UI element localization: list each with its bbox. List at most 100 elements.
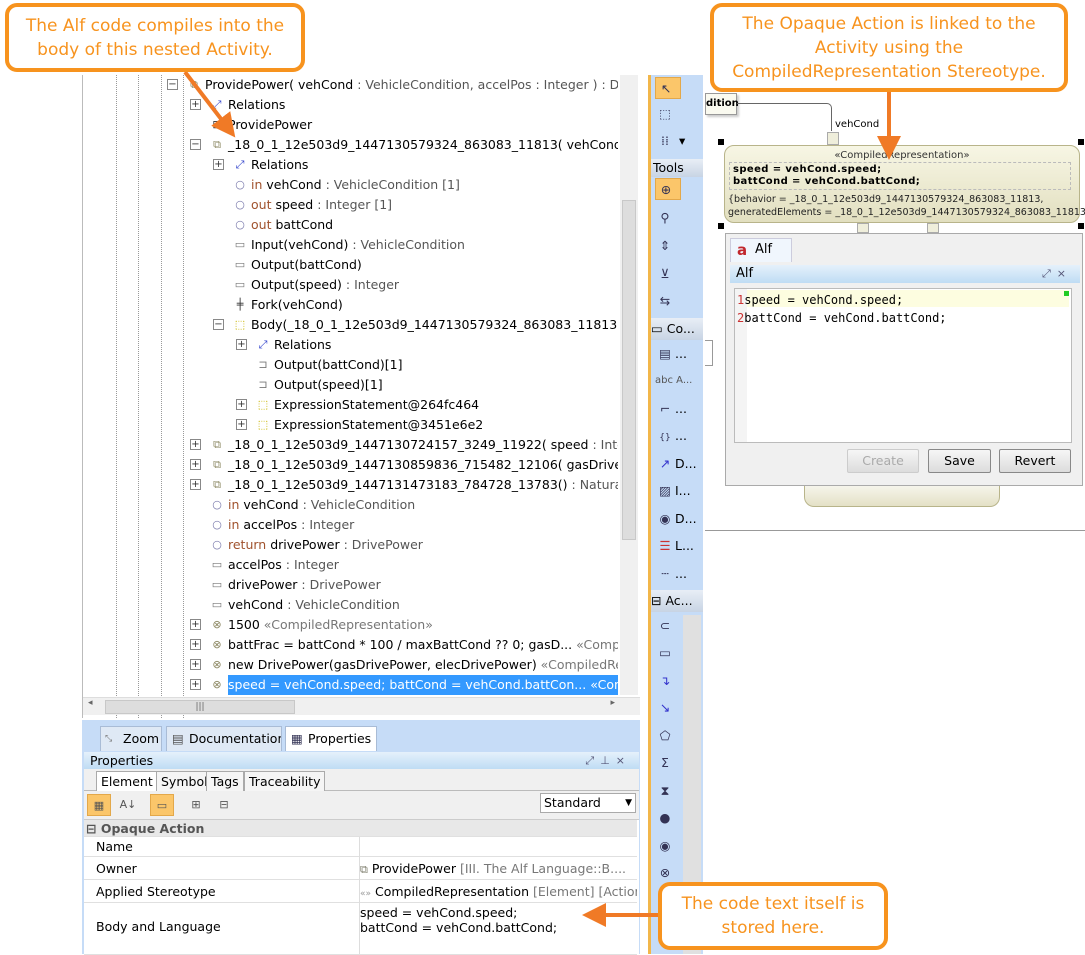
tree-item[interactable]: ▭ Input(vehCond) : VehicleCondition: [83, 235, 618, 255]
separator-tool[interactable]: ┄...: [655, 563, 703, 585]
image-tool[interactable]: ▨ I...: [655, 480, 703, 502]
time-event-tool[interactable]: ⧗: [655, 780, 683, 802]
tree-item[interactable]: ▭ accelPos : Integer: [83, 555, 618, 575]
tree-item[interactable]: ⊐ Output(battCond)[1]: [83, 355, 618, 375]
tab-documentation[interactable]: ▤ Documentation: [166, 726, 282, 751]
tree-item[interactable]: ○ in vehCond : VehicleCondition: [83, 495, 618, 515]
property-value[interactable]: speed = vehCond.speed; battCond = vehCond…: [360, 905, 637, 935]
tree-item[interactable]: + ⤢ Relations: [83, 335, 618, 355]
close-icon[interactable]: ×: [616, 754, 631, 767]
selection-handle[interactable]: [1078, 139, 1084, 145]
output-pin[interactable]: [857, 223, 869, 233]
object-node-tool[interactable]: ▭: [655, 642, 683, 664]
action-tool[interactable]: ⊂: [655, 615, 683, 637]
tree-item[interactable]: ○ in vehCond : VehicleCondition [1]: [83, 175, 618, 195]
close-icon[interactable]: ×: [1057, 267, 1072, 280]
tree-item[interactable]: + ⊗ new DrivePower(gasDrivePower, elecDriv…: [83, 655, 618, 675]
anchor-tool[interactable]: ⌐...: [655, 398, 703, 420]
selection-handle[interactable]: [718, 139, 724, 145]
route-tool[interactable]: ⇆: [655, 290, 703, 312]
align-tool[interactable]: ⊻: [655, 263, 703, 285]
expand-toggle[interactable]: +: [190, 479, 201, 490]
opaque-action-node[interactable]: «CompiledRepresentation» speed = vehCond…: [724, 145, 1085, 223]
tree-item[interactable]: + ⬚ ExpressionStatement@3451e6e2: [83, 415, 618, 435]
tab-properties[interactable]: ▦ Properties: [285, 726, 377, 751]
tree-item[interactable]: − ⧉ ProvidePower( vehCond : VehicleConditi…: [83, 75, 618, 95]
tree-item[interactable]: − ⧉ _18_0_1_12e503d9_1447130579324_863083_…: [83, 135, 618, 155]
expand-toggle[interactable]: +: [236, 419, 247, 430]
show-description-button[interactable]: ▭: [150, 794, 174, 816]
restore-icon[interactable]: ⤢: [585, 754, 600, 767]
expand-toggle[interactable]: +: [190, 659, 201, 670]
categorized-view-button[interactable]: ▦: [87, 794, 111, 816]
expand-toggle[interactable]: +: [236, 339, 247, 350]
tree-item[interactable]: + ⊗ 1500 «CompiledRepresentation»: [83, 615, 618, 635]
tree-item[interactable]: ○ in accelPos : Integer: [83, 515, 618, 535]
expand-toggle[interactable]: +: [190, 99, 201, 110]
expand-toggle[interactable]: +: [190, 679, 201, 690]
tree-item[interactable]: + ⤢ Relations: [83, 155, 618, 175]
tree-item[interactable]: ⊐ Output(speed)[1]: [83, 375, 618, 395]
collapse-icon[interactable]: ⊟: [84, 821, 96, 836]
pointer-tool[interactable]: ↖: [655, 77, 681, 99]
section-header[interactable]: ⊟ Opaque Action: [84, 820, 637, 837]
alf-code-editor[interactable]: 1speed = vehCond.speed; 2battCond = vehC…: [734, 288, 1072, 443]
tree-item[interactable]: + ⊗ battFrac = battCond * 100 / maxBattCon…: [83, 635, 618, 655]
tree-item[interactable]: ▭ Output(speed) : Integer: [83, 275, 618, 295]
scroll-thumb[interactable]: |||: [105, 700, 295, 714]
expand-toggle[interactable]: +: [190, 619, 201, 630]
create-button[interactable]: Create: [847, 449, 919, 473]
partial-node[interactable]: dition: [705, 93, 739, 115]
property-row-body-and-language[interactable]: Body and Language speed = vehCond.speed; b…: [84, 903, 637, 955]
tree-horizontal-scrollbar[interactable]: ◂ ||| ▸: [83, 697, 640, 715]
expand-all-button[interactable]: ⊞: [184, 794, 208, 816]
subtab-traceability[interactable]: Traceability: [244, 771, 326, 791]
tree-item[interactable]: + ⧉ _18_0_1_12e503d9_1447130724157_3249_11…: [83, 435, 618, 455]
tree-item[interactable]: ⊟ ProvidePower: [83, 115, 618, 135]
tree-item[interactable]: ╪ Fork(vehCond): [83, 295, 618, 315]
selection-handle[interactable]: [1078, 223, 1084, 229]
expand-toggle[interactable]: +: [213, 159, 224, 170]
final-node-tool[interactable]: ◉: [655, 835, 683, 857]
sort-alpha-button[interactable]: A↓: [116, 794, 140, 816]
scroll-thumb[interactable]: [622, 200, 636, 540]
tab-zoom[interactable]: ⤡ Zoom: [100, 726, 162, 751]
revert-button[interactable]: Revert: [999, 449, 1071, 473]
common-section-header[interactable]: ▭ Co...: [651, 318, 703, 340]
constraint-tool[interactable]: {}...: [655, 425, 703, 447]
collapse-toggle[interactable]: −: [190, 139, 201, 150]
insert-tool[interactable]: ⇕: [655, 235, 703, 257]
collapse-toggle[interactable]: −: [213, 319, 224, 330]
tree-item[interactable]: + ⧉ _18_0_1_12e503d9_1447130859836_715482_…: [83, 455, 618, 475]
property-row-name[interactable]: Name: [84, 837, 637, 857]
collapse-toggle[interactable]: −: [167, 79, 178, 90]
stamp-tool[interactable]: ⚲: [655, 207, 703, 229]
diagram-overview-tool[interactable]: ◉ D...: [655, 508, 703, 530]
tree-item[interactable]: ○ return drivePower : DrivePower: [83, 535, 618, 555]
tree-item[interactable]: ▭ Output(battCond): [83, 255, 618, 275]
property-row-owner[interactable]: Owner ⧉ ProvidePower [III. The Alf Langua…: [84, 857, 637, 880]
select-group-tool[interactable]: ⁞⁞ ▾: [655, 130, 703, 152]
tree-vertical-scrollbar[interactable]: [620, 75, 638, 695]
expand-toggle[interactable]: +: [190, 439, 201, 450]
property-row-applied-stereotype[interactable]: Applied Stereotype «» CompiledRepresentat…: [84, 880, 637, 903]
tab-alf[interactable]: a Alf: [730, 238, 792, 262]
tree-item[interactable]: ▭ drivePower : DrivePower: [83, 575, 618, 595]
tree-item[interactable]: + ⤢ Relations: [83, 95, 618, 115]
subtab-symbol[interactable]: Symbol: [156, 771, 213, 791]
marquee-tool[interactable]: ⬚: [655, 103, 703, 125]
filter-select[interactable]: Standard ▼: [540, 793, 636, 813]
dependency-tool[interactable]: ↗ D...: [655, 453, 703, 475]
tool-active[interactable]: ⊕: [655, 178, 681, 200]
note-tool[interactable]: ▤...: [655, 343, 703, 365]
input-pin[interactable]: [827, 132, 839, 145]
collapse-all-button[interactable]: ⊟: [212, 794, 236, 816]
property-value[interactable]: ⧉ ProvidePower [III. The Alf Language::B…: [360, 857, 637, 881]
restore-icon[interactable]: ⤢: [1042, 267, 1057, 280]
text-tool[interactable]: abc A...: [655, 370, 703, 392]
expand-toggle[interactable]: +: [190, 639, 201, 650]
action-section-header[interactable]: ⊟ Ac...: [651, 590, 703, 612]
tree-item[interactable]: + ⧉ _18_0_1_12e503d9_1447131473183_784728_…: [83, 475, 618, 495]
containment-tree[interactable]: − ⧉ ProvidePower( vehCond : VehicleConditi…: [82, 75, 640, 718]
accept-event-tool[interactable]: Σ: [655, 752, 683, 774]
